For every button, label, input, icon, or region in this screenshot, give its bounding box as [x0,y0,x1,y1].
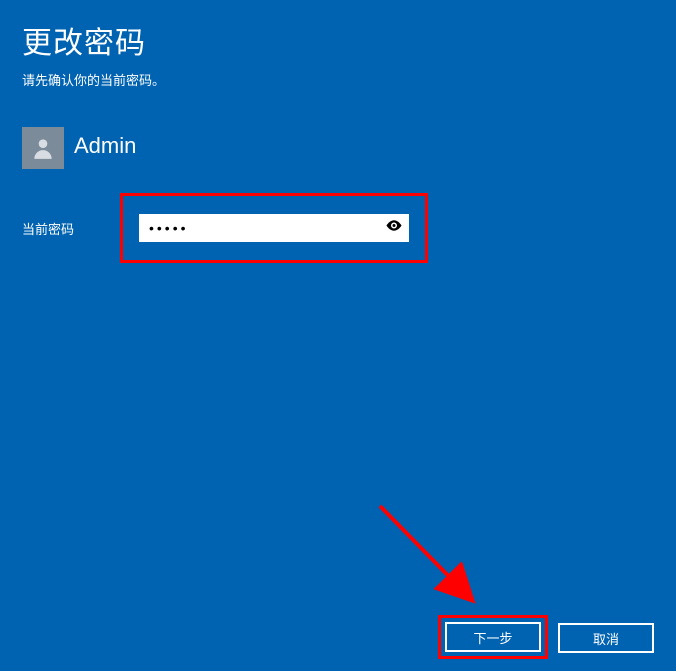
user-account-row: Admin [22,127,676,169]
cancel-button[interactable]: 取消 [558,623,654,653]
page-title: 更改密码 [22,18,654,62]
username-label: Admin [74,133,136,159]
page-subtitle: 请先确认你的当前密码。 [22,70,654,89]
user-avatar-icon [22,127,64,169]
reveal-password-icon[interactable] [385,217,403,240]
current-password-label: 当前密码 [0,219,120,238]
annotation-arrow-icon [370,498,510,628]
annotation-highlight-input [120,193,428,263]
current-password-input[interactable] [139,214,409,242]
